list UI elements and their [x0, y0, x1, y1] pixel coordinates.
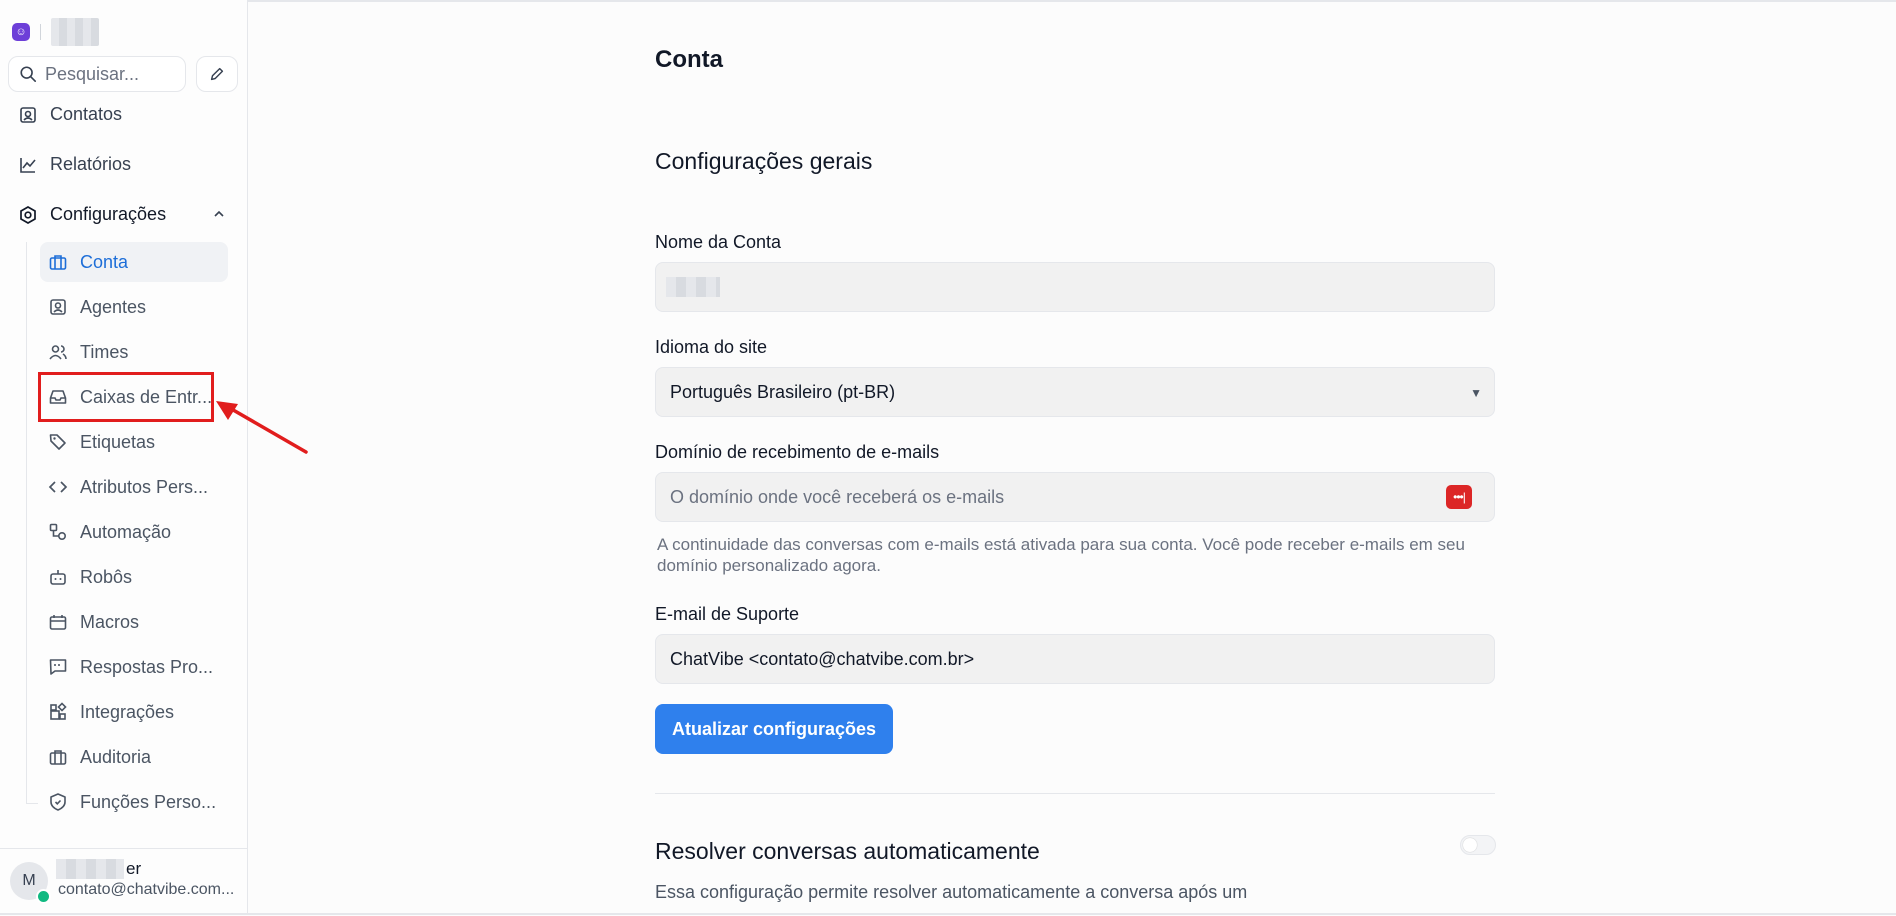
top-border: [0, 0, 1896, 2]
online-status-dot: [36, 889, 51, 904]
agent-icon: [50, 299, 66, 315]
sidebar-item-label: Conta: [80, 251, 129, 272]
auto-resolve-description: Essa configuração permite resolver autom…: [655, 882, 1248, 902]
sidebar-item-integracoes[interactable]: Integrações: [40, 692, 228, 732]
sidebar-item-times[interactable]: Times: [40, 332, 228, 372]
user-email: contato@chatvibe.com...: [58, 881, 235, 898]
chart-icon: [20, 157, 36, 173]
brand: ☺: [12, 18, 99, 46]
submenu-line: [26, 242, 27, 804]
sidebar-item-label: Times: [80, 341, 129, 362]
pencil-icon: [210, 67, 224, 81]
language-value: Português Brasileiro (pt-BR): [670, 381, 896, 402]
user-name-redacted: [56, 859, 124, 879]
compose-button[interactable]: [196, 56, 238, 92]
sidebar-item-label: Etiquetas: [80, 431, 156, 452]
sidebar-item-label: Auditoria: [80, 746, 152, 767]
macro-icon: [49, 615, 67, 630]
account-name-redacted: [666, 277, 720, 297]
sidebar-item-etiquetas[interactable]: Etiquetas: [40, 422, 228, 462]
sidebar-item-label: Integrações: [80, 701, 175, 722]
sidebar-item-automacao[interactable]: Automação: [40, 512, 228, 552]
language-select[interactable]: Português Brasileiro (pt-BR) ▼: [655, 367, 1495, 417]
email-domain-label: Domínio de recebimento de e-mails: [655, 442, 940, 462]
submenu-line-end: [26, 803, 38, 804]
sidebar-item-conta[interactable]: Conta: [40, 242, 228, 282]
account-name-label: Nome da Conta: [655, 232, 782, 252]
sidebar-item-label: Macros: [80, 611, 140, 632]
email-domain-input[interactable]: O domínio onde você receberá os e-mails …: [655, 472, 1495, 522]
audit-icon: [49, 750, 67, 765]
contacts-icon: [20, 106, 36, 123]
sidebar-item-label: Funções Perso...: [80, 791, 217, 812]
annotation-arrow-icon: [216, 401, 308, 454]
sidebar-item-contatos[interactable]: Contatos: [18, 104, 122, 125]
search-icon: [20, 66, 37, 83]
caret-down-icon: ▼: [1470, 386, 1482, 400]
auto-resolve-title: Resolver conversas automaticamente: [655, 838, 1040, 864]
user-profile[interactable]: M er contato@chatvibe.com...: [0, 848, 248, 916]
auto-resolve-toggle[interactable]: [1460, 835, 1496, 855]
email-domain-placeholder: O domínio onde você receberá os e-mails: [670, 486, 1005, 507]
sidebar-item-configuracoes[interactable]: Configurações: [18, 204, 166, 225]
sidebar-item-label: Robôs: [80, 566, 133, 587]
password-manager-icon[interactable]: •••|: [1446, 485, 1472, 509]
sidebar-item-label: Contatos: [50, 104, 123, 124]
email-domain-help: A continuidade das conversas com e-mails…: [657, 535, 1465, 575]
search-input[interactable]: Pesquisar...: [8, 56, 186, 92]
account-name-redacted[interactable]: [51, 18, 99, 46]
page-title: Conta: [655, 46, 723, 73]
briefcase-icon: [49, 255, 67, 270]
tag-icon: [49, 434, 66, 450]
settings-icon: [20, 205, 36, 224]
update-settings-button[interactable]: Atualizar configurações: [655, 704, 893, 754]
user-name-suffix: er: [126, 859, 142, 878]
sidebar-item-label: Agentes: [80, 296, 147, 317]
sidebar-item-label: Configurações: [50, 204, 167, 224]
sidebar-item-label: Automação: [80, 521, 172, 542]
bot-icon: [50, 570, 66, 585]
chevron-up-icon[interactable]: [212, 207, 226, 221]
sidebar-item-funcoes[interactable]: Funções Perso...: [40, 782, 228, 822]
support-email-value: ChatVibe <contato@chatvibe.com.br>: [670, 648, 975, 669]
team-icon: [49, 345, 67, 360]
user-name: er: [56, 859, 141, 879]
chatvibe-logo-icon[interactable]: ☺: [12, 23, 30, 41]
highlight-box: [38, 372, 214, 422]
sidebar-item-macros[interactable]: Macros: [40, 602, 228, 642]
search-placeholder: Pesquisar...: [45, 63, 140, 84]
language-label: Idioma do site: [655, 337, 768, 357]
support-email-input[interactable]: ChatVibe <contato@chatvibe.com.br>: [655, 634, 1495, 684]
section-divider: [655, 793, 1495, 794]
section-title: Configurações gerais: [655, 148, 873, 174]
automation-icon: [49, 523, 67, 541]
sidebar-item-respostas[interactable]: Respostas Pro...: [40, 647, 228, 687]
support-email-label: E-mail de Suporte: [655, 604, 800, 624]
sidebar-item-relatorios[interactable]: Relatórios: [18, 154, 131, 175]
integrations-icon: [50, 702, 67, 720]
shield-icon: [50, 793, 66, 811]
sidebar-item-auditoria[interactable]: Auditoria: [40, 737, 228, 777]
code-icon: [48, 481, 68, 493]
sidebar-item-label: Relatórios: [50, 154, 132, 174]
sidebar-item-label: Atributos Pers...: [80, 476, 209, 497]
sidebar-item-robos[interactable]: Robôs: [40, 557, 228, 597]
canned-response-icon: [49, 659, 67, 675]
account-name-field[interactable]: [655, 262, 1495, 312]
brand-separator: [40, 24, 41, 40]
sidebar-item-atributos[interactable]: Atributos Pers...: [40, 467, 228, 507]
sidebar-item-agentes[interactable]: Agentes: [40, 287, 228, 327]
sidebar-item-label: Respostas Pro...: [80, 656, 214, 677]
